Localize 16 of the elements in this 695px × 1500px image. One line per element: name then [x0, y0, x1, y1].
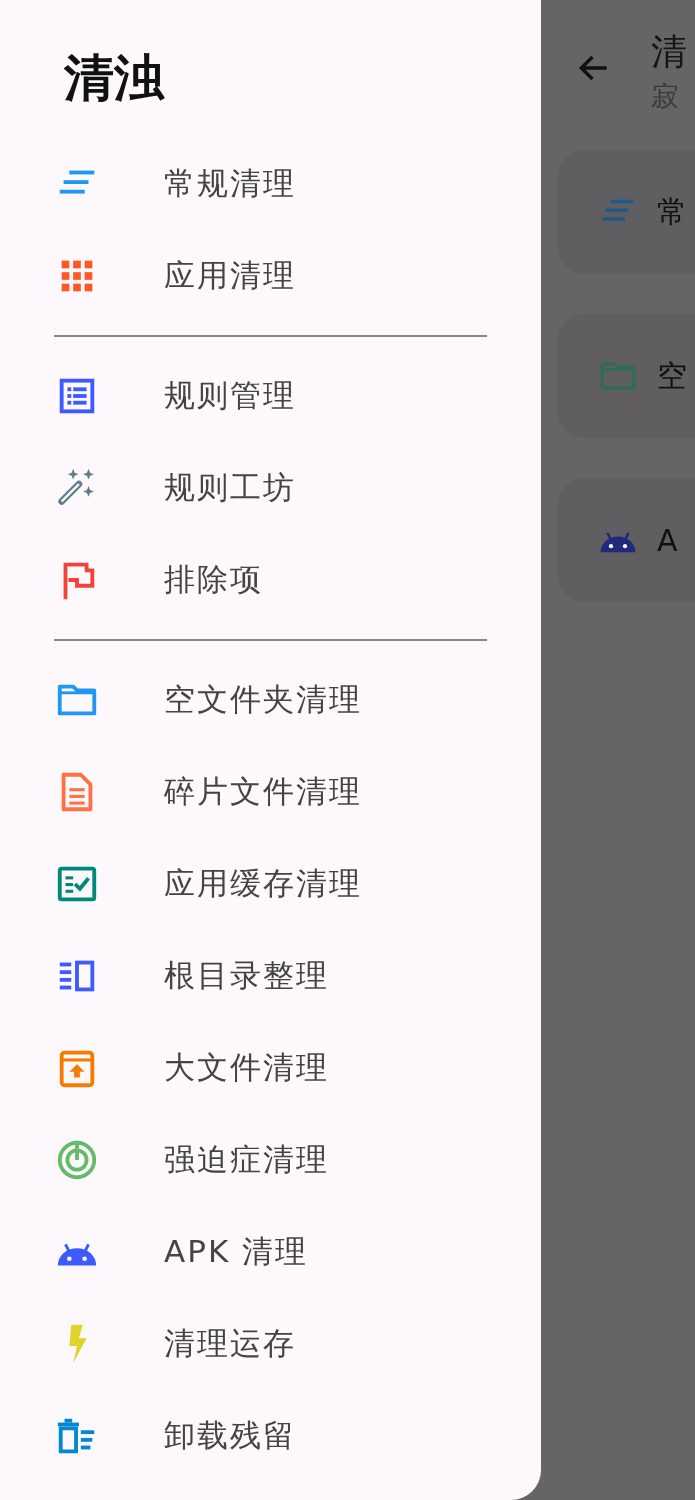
- drawer-item[interactable]: 根目录整理: [54, 930, 487, 1022]
- drawer-item[interactable]: 空文件夹清理: [54, 654, 487, 746]
- drawer-item[interactable]: 应用缓存清理: [54, 838, 487, 930]
- drawer-item[interactable]: 规则工坊: [54, 442, 487, 534]
- drawer-title: 清浊: [63, 48, 166, 109]
- drawer-item[interactable]: 强迫症清理: [54, 1114, 487, 1206]
- drawer-item[interactable]: 卸载残留: [54, 1390, 487, 1482]
- drawer-item[interactable]: 清理运存: [54, 1298, 487, 1390]
- drawer-item[interactable]: 应用清理: [54, 230, 487, 322]
- screen-title: 清: [651, 30, 687, 74]
- drawer-item[interactable]: 大文件清理: [54, 1022, 487, 1114]
- drawer-item[interactable]: 排除项: [54, 534, 487, 626]
- drawer-item[interactable]: 碎片文件清理: [54, 746, 487, 838]
- drawer-item[interactable]: 常规清理: [54, 138, 487, 230]
- drawer-item[interactable]: 规则管理: [54, 350, 487, 442]
- drawer-item[interactable]: APK 清理: [54, 1206, 487, 1298]
